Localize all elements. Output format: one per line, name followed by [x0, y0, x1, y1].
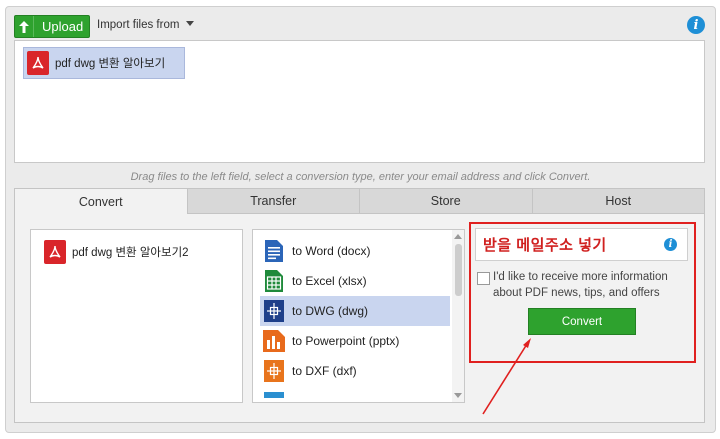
selected-files-box: pdf dwg 변환 알아보기2 [30, 229, 243, 403]
format-label: to DWG (dwg) [292, 304, 369, 318]
pdf-icon [44, 240, 66, 264]
red-annotation-arrow [482, 338, 531, 415]
file-drop-field[interactable]: pdf dwg 변환 알아보기 [14, 40, 705, 163]
selected-file-item[interactable]: pdf dwg 변환 알아보기2 [41, 240, 189, 264]
instruction-hint: Drag files to the left field, select a c… [130, 171, 591, 183]
import-label: Import files from [97, 19, 180, 31]
tab-bar: Convert Transfer Store Host [14, 188, 705, 214]
format-item-dwg[interactable]: to DWG (dwg) [260, 296, 450, 326]
tab-store[interactable]: Store [360, 188, 533, 214]
uploaded-file-chip[interactable]: pdf dwg 변환 알아보기 [23, 47, 185, 79]
converter-window: Upload Import files from i pdf dwg 변환 알아… [5, 6, 716, 433]
tab-convert[interactable]: Convert [14, 188, 188, 214]
scroll-down-icon[interactable] [454, 393, 462, 398]
tab-transfer[interactable]: Transfer [187, 188, 360, 214]
format-item-dxf[interactable]: to DXF (dxf) [260, 356, 450, 386]
scroll-thumb[interactable] [455, 244, 462, 296]
powerpoint-icon [263, 330, 285, 352]
upload-arrow-icon [15, 16, 34, 37]
partial-format-icon [263, 388, 285, 402]
pdf-icon [27, 51, 49, 75]
caret-down-icon [185, 21, 194, 26]
excel-icon [263, 270, 285, 292]
format-list: to Word (docx) to Excel (xlsx) to DWG (d… [252, 229, 465, 403]
format-label: to Word (docx) [292, 244, 371, 258]
tab-host[interactable]: Host [532, 188, 705, 214]
dxf-icon [263, 360, 285, 382]
format-label: to Powerpoint (pptx) [292, 334, 400, 348]
format-label: to Excel (xlsx) [292, 274, 367, 288]
upload-label: Upload [42, 19, 84, 34]
word-icon [263, 240, 285, 262]
selected-file-name: pdf dwg 변환 알아보기2 [72, 247, 189, 259]
format-item-next [260, 388, 450, 402]
upload-button[interactable]: Upload [14, 15, 90, 38]
format-item-excel[interactable]: to Excel (xlsx) [260, 266, 450, 296]
file-name: pdf dwg 변환 알아보기 [55, 58, 166, 70]
import-files-dropdown[interactable]: Import files from [97, 19, 194, 31]
info-icon[interactable]: i [687, 16, 705, 34]
format-list-scrollbar[interactable] [452, 230, 464, 402]
format-item-powerpoint[interactable]: to Powerpoint (pptx) [260, 326, 450, 356]
format-item-word[interactable]: to Word (docx) [260, 236, 450, 266]
format-label: to DXF (dxf) [292, 364, 357, 378]
scroll-up-icon[interactable] [454, 234, 462, 239]
dwg-icon [263, 300, 285, 322]
